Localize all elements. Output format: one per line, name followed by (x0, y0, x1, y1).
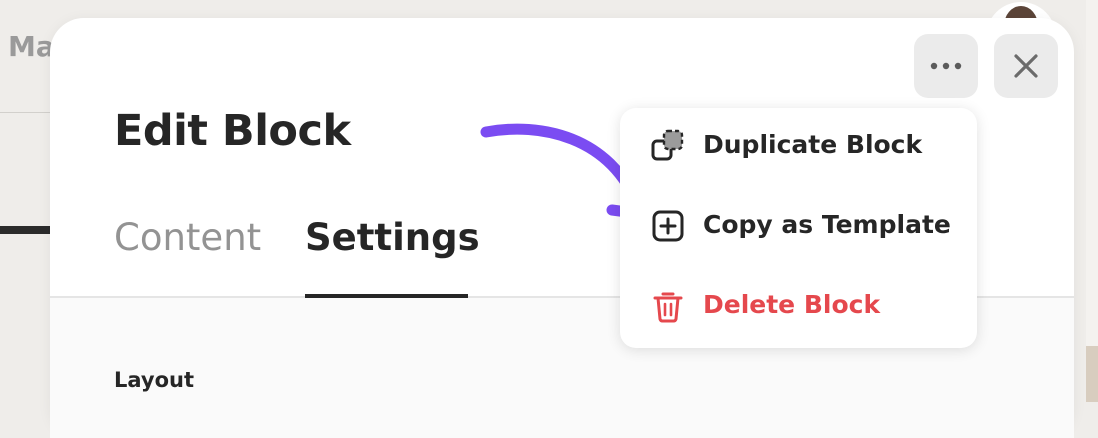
close-icon (1014, 54, 1038, 78)
plus-square-icon (652, 210, 684, 242)
menu-item-delete-block[interactable]: Delete Block (620, 270, 977, 342)
tab-content[interactable]: Content (114, 216, 261, 259)
duplicate-icon (651, 129, 684, 161)
close-button[interactable] (994, 34, 1058, 98)
modal-title: Edit Block (114, 106, 351, 156)
menu-item-label: Duplicate Block (703, 130, 923, 159)
background-right-panel (1086, 0, 1098, 402)
menu-item-label: Delete Block (703, 290, 881, 319)
trash-icon (653, 292, 683, 323)
layout-section-label: Layout (114, 368, 195, 392)
background-label: Ma (8, 30, 55, 63)
more-options-button[interactable] (914, 34, 978, 98)
tab-settings[interactable]: Settings (305, 216, 480, 259)
menu-item-label: Copy as Template (703, 210, 951, 239)
menu-item-duplicate-block[interactable]: Duplicate Block (620, 110, 977, 182)
menu-item-copy-as-template[interactable]: Copy as Template (620, 190, 977, 262)
block-options-menu: Duplicate Block Copy as Template Delete … (620, 108, 977, 348)
more-horizontal-icon (930, 62, 962, 70)
background-image-strip (1086, 346, 1098, 402)
